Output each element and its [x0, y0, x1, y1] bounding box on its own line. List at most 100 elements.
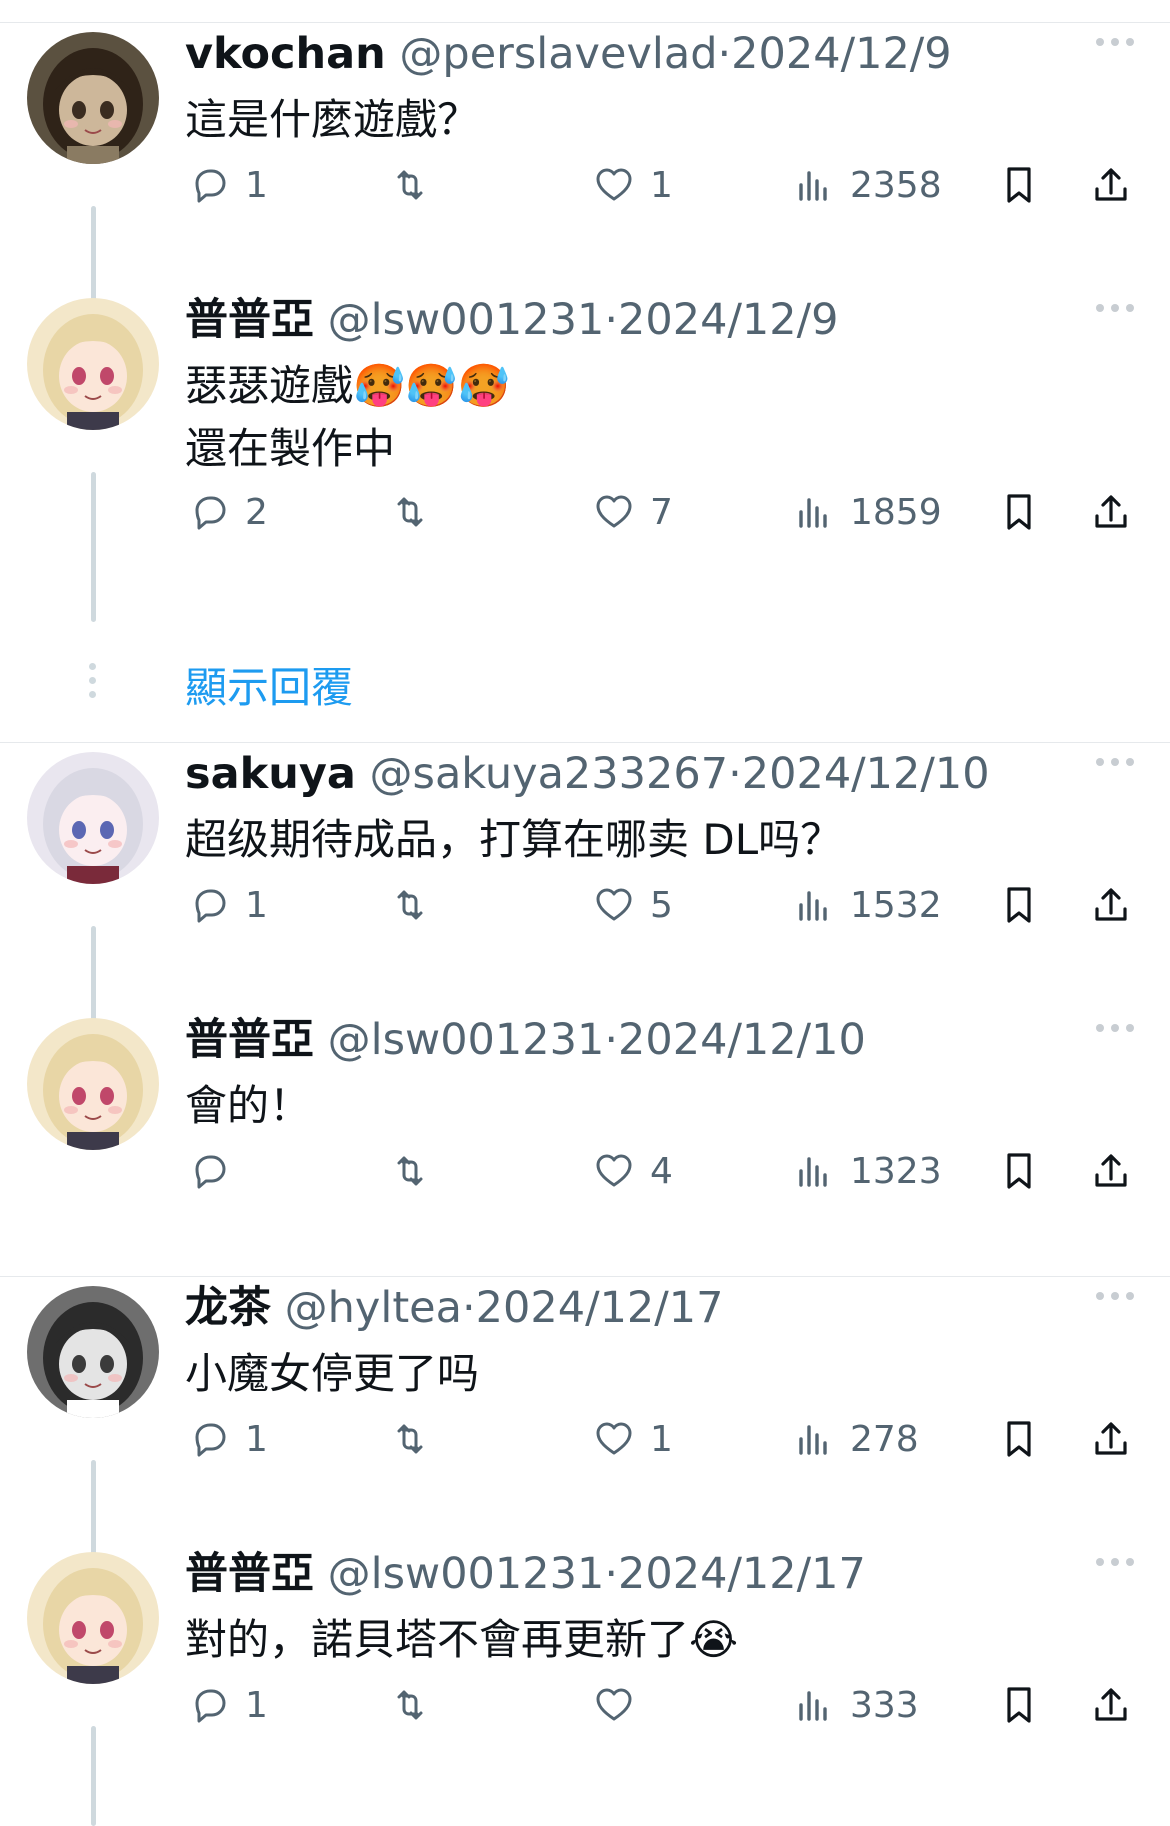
reply-button[interactable]: [183, 1141, 245, 1201]
bookmark-button[interactable]: [993, 1675, 1045, 1735]
bookmark-icon: [1007, 1421, 1031, 1457]
user-handle[interactable]: @lsw001231: [328, 1549, 605, 1599]
views-button[interactable]: 1532: [788, 875, 942, 935]
avatar[interactable]: [27, 1018, 159, 1150]
repost-button[interactable]: [384, 1409, 446, 1469]
display-name[interactable]: 普普亞: [185, 1015, 314, 1065]
share-button[interactable]: [1085, 482, 1137, 542]
avatar[interactable]: [27, 752, 159, 884]
more-icon[interactable]: [1090, 1540, 1140, 1580]
action-bar: 1 1 2358: [0, 155, 1170, 215]
avatar[interactable]: [27, 32, 159, 164]
like-button[interactable]: 7: [588, 482, 673, 542]
reply-button[interactable]: 1: [183, 1675, 268, 1735]
display-name[interactable]: 普普亞: [185, 295, 314, 345]
separator-dot: ·: [604, 1015, 619, 1065]
share-button[interactable]: [1085, 1675, 1137, 1735]
timestamp[interactable]: 2024/12/10: [742, 749, 990, 799]
repost-icon: [397, 1690, 423, 1720]
views-icon: [799, 498, 827, 528]
heart-icon: [596, 1154, 632, 1187]
timestamp[interactable]: 2024/12/17: [618, 1549, 866, 1599]
user-handle[interactable]: @sakuya233267: [370, 749, 729, 799]
display-name[interactable]: 普普亞: [185, 1549, 314, 1599]
repost-button[interactable]: [384, 1141, 446, 1201]
more-icon[interactable]: [1090, 1274, 1140, 1314]
repost-button[interactable]: [384, 155, 446, 215]
share-button[interactable]: [1085, 1409, 1137, 1469]
like-button[interactable]: 5: [588, 875, 673, 935]
reply-button[interactable]: 1: [183, 875, 268, 935]
bookmark-button[interactable]: [993, 482, 1045, 542]
views-count: 333: [850, 1684, 919, 1726]
reply-button[interactable]: 2: [183, 482, 268, 542]
user-handle[interactable]: @hyltea: [285, 1283, 462, 1333]
timestamp[interactable]: 2024/12/9: [731, 29, 951, 79]
tweet-header: 普普亞 @lsw001231·2024/12/10: [185, 1010, 866, 1070]
bookmark-button[interactable]: [993, 1409, 1045, 1469]
bookmark-icon: [1007, 167, 1031, 203]
timestamp[interactable]: 2024/12/9: [618, 295, 838, 345]
share-button[interactable]: [1085, 875, 1137, 935]
heart-icon: [596, 1422, 632, 1455]
views-button[interactable]: 1859: [788, 482, 942, 542]
reply-count: 1: [245, 164, 268, 206]
tweet-text: 瑟瑟遊戲🥵🥵🥵 還在製作中: [185, 361, 510, 473]
like-button[interactable]: 1: [588, 155, 673, 215]
repost-button[interactable]: [384, 482, 446, 542]
thread-ellipsis: [89, 663, 97, 705]
views-icon: [799, 891, 827, 921]
reply-icon: [195, 889, 226, 923]
repost-button[interactable]: [384, 875, 446, 935]
more-icon[interactable]: [1090, 1006, 1140, 1046]
more-icon[interactable]: [1090, 286, 1140, 326]
tweet-header: 普普亞 @lsw001231·2024/12/9: [185, 290, 839, 350]
separator-dot: ·: [728, 749, 742, 799]
bookmark-button[interactable]: [993, 155, 1045, 215]
reply-count: 1: [245, 1418, 268, 1460]
avatar[interactable]: [27, 1552, 159, 1684]
tweet-text: 會的！: [185, 1081, 312, 1130]
bookmark-icon: [1007, 887, 1031, 923]
display-name[interactable]: sakuya: [185, 749, 356, 799]
views-button[interactable]: 333: [788, 1675, 919, 1735]
avatar[interactable]: [27, 298, 159, 430]
separator-dot: ·: [461, 1283, 476, 1333]
like-button[interactable]: 1: [588, 1409, 673, 1469]
views-count: 1859: [850, 491, 942, 533]
separator-dot: ·: [604, 1549, 619, 1599]
reply-tweet: 普普亞 @lsw001231·2024/12/17 對的，諾貝塔不會再更新了😭 1 3…: [0, 1520, 1170, 1786]
repost-button[interactable]: [384, 1675, 446, 1735]
bookmark-icon: [1007, 1153, 1031, 1189]
user-handle[interactable]: @perslavevlad: [399, 29, 717, 79]
views-button[interactable]: 1323: [788, 1141, 942, 1201]
more-icon[interactable]: [1090, 740, 1140, 780]
bookmark-button[interactable]: [993, 875, 1045, 935]
views-button[interactable]: 2358: [788, 155, 942, 215]
reply-count: 1: [245, 1684, 268, 1726]
like-button[interactable]: 4: [588, 1141, 673, 1201]
like-button[interactable]: [588, 1675, 650, 1735]
like-count: 1: [650, 1418, 673, 1460]
views-button[interactable]: 278: [788, 1409, 919, 1469]
action-bar: 1 333: [0, 1675, 1170, 1735]
user-handle[interactable]: @lsw001231: [328, 1015, 605, 1065]
show-replies-link[interactable]: 顯示回覆: [185, 654, 353, 715]
display-name[interactable]: 龙茶: [185, 1283, 271, 1333]
avatar[interactable]: [27, 1286, 159, 1418]
views-count: 1532: [850, 884, 942, 926]
share-button[interactable]: [1085, 1141, 1137, 1201]
tweet-text: 超级期待成品，打算在哪卖 DL吗？: [185, 815, 843, 864]
user-handle[interactable]: @lsw001231: [328, 295, 605, 345]
reply-button[interactable]: 1: [183, 155, 268, 215]
action-bar: 1 1 278: [0, 1409, 1170, 1469]
timestamp[interactable]: 2024/12/10: [618, 1015, 866, 1065]
views-icon: [799, 1691, 827, 1721]
share-button[interactable]: [1085, 155, 1137, 215]
reply-button[interactable]: 1: [183, 1409, 268, 1469]
display-name[interactable]: vkochan: [185, 29, 386, 79]
reply-count: 2: [245, 491, 268, 533]
timestamp[interactable]: 2024/12/17: [476, 1283, 724, 1333]
bookmark-button[interactable]: [993, 1141, 1045, 1201]
more-icon[interactable]: [1090, 20, 1140, 60]
